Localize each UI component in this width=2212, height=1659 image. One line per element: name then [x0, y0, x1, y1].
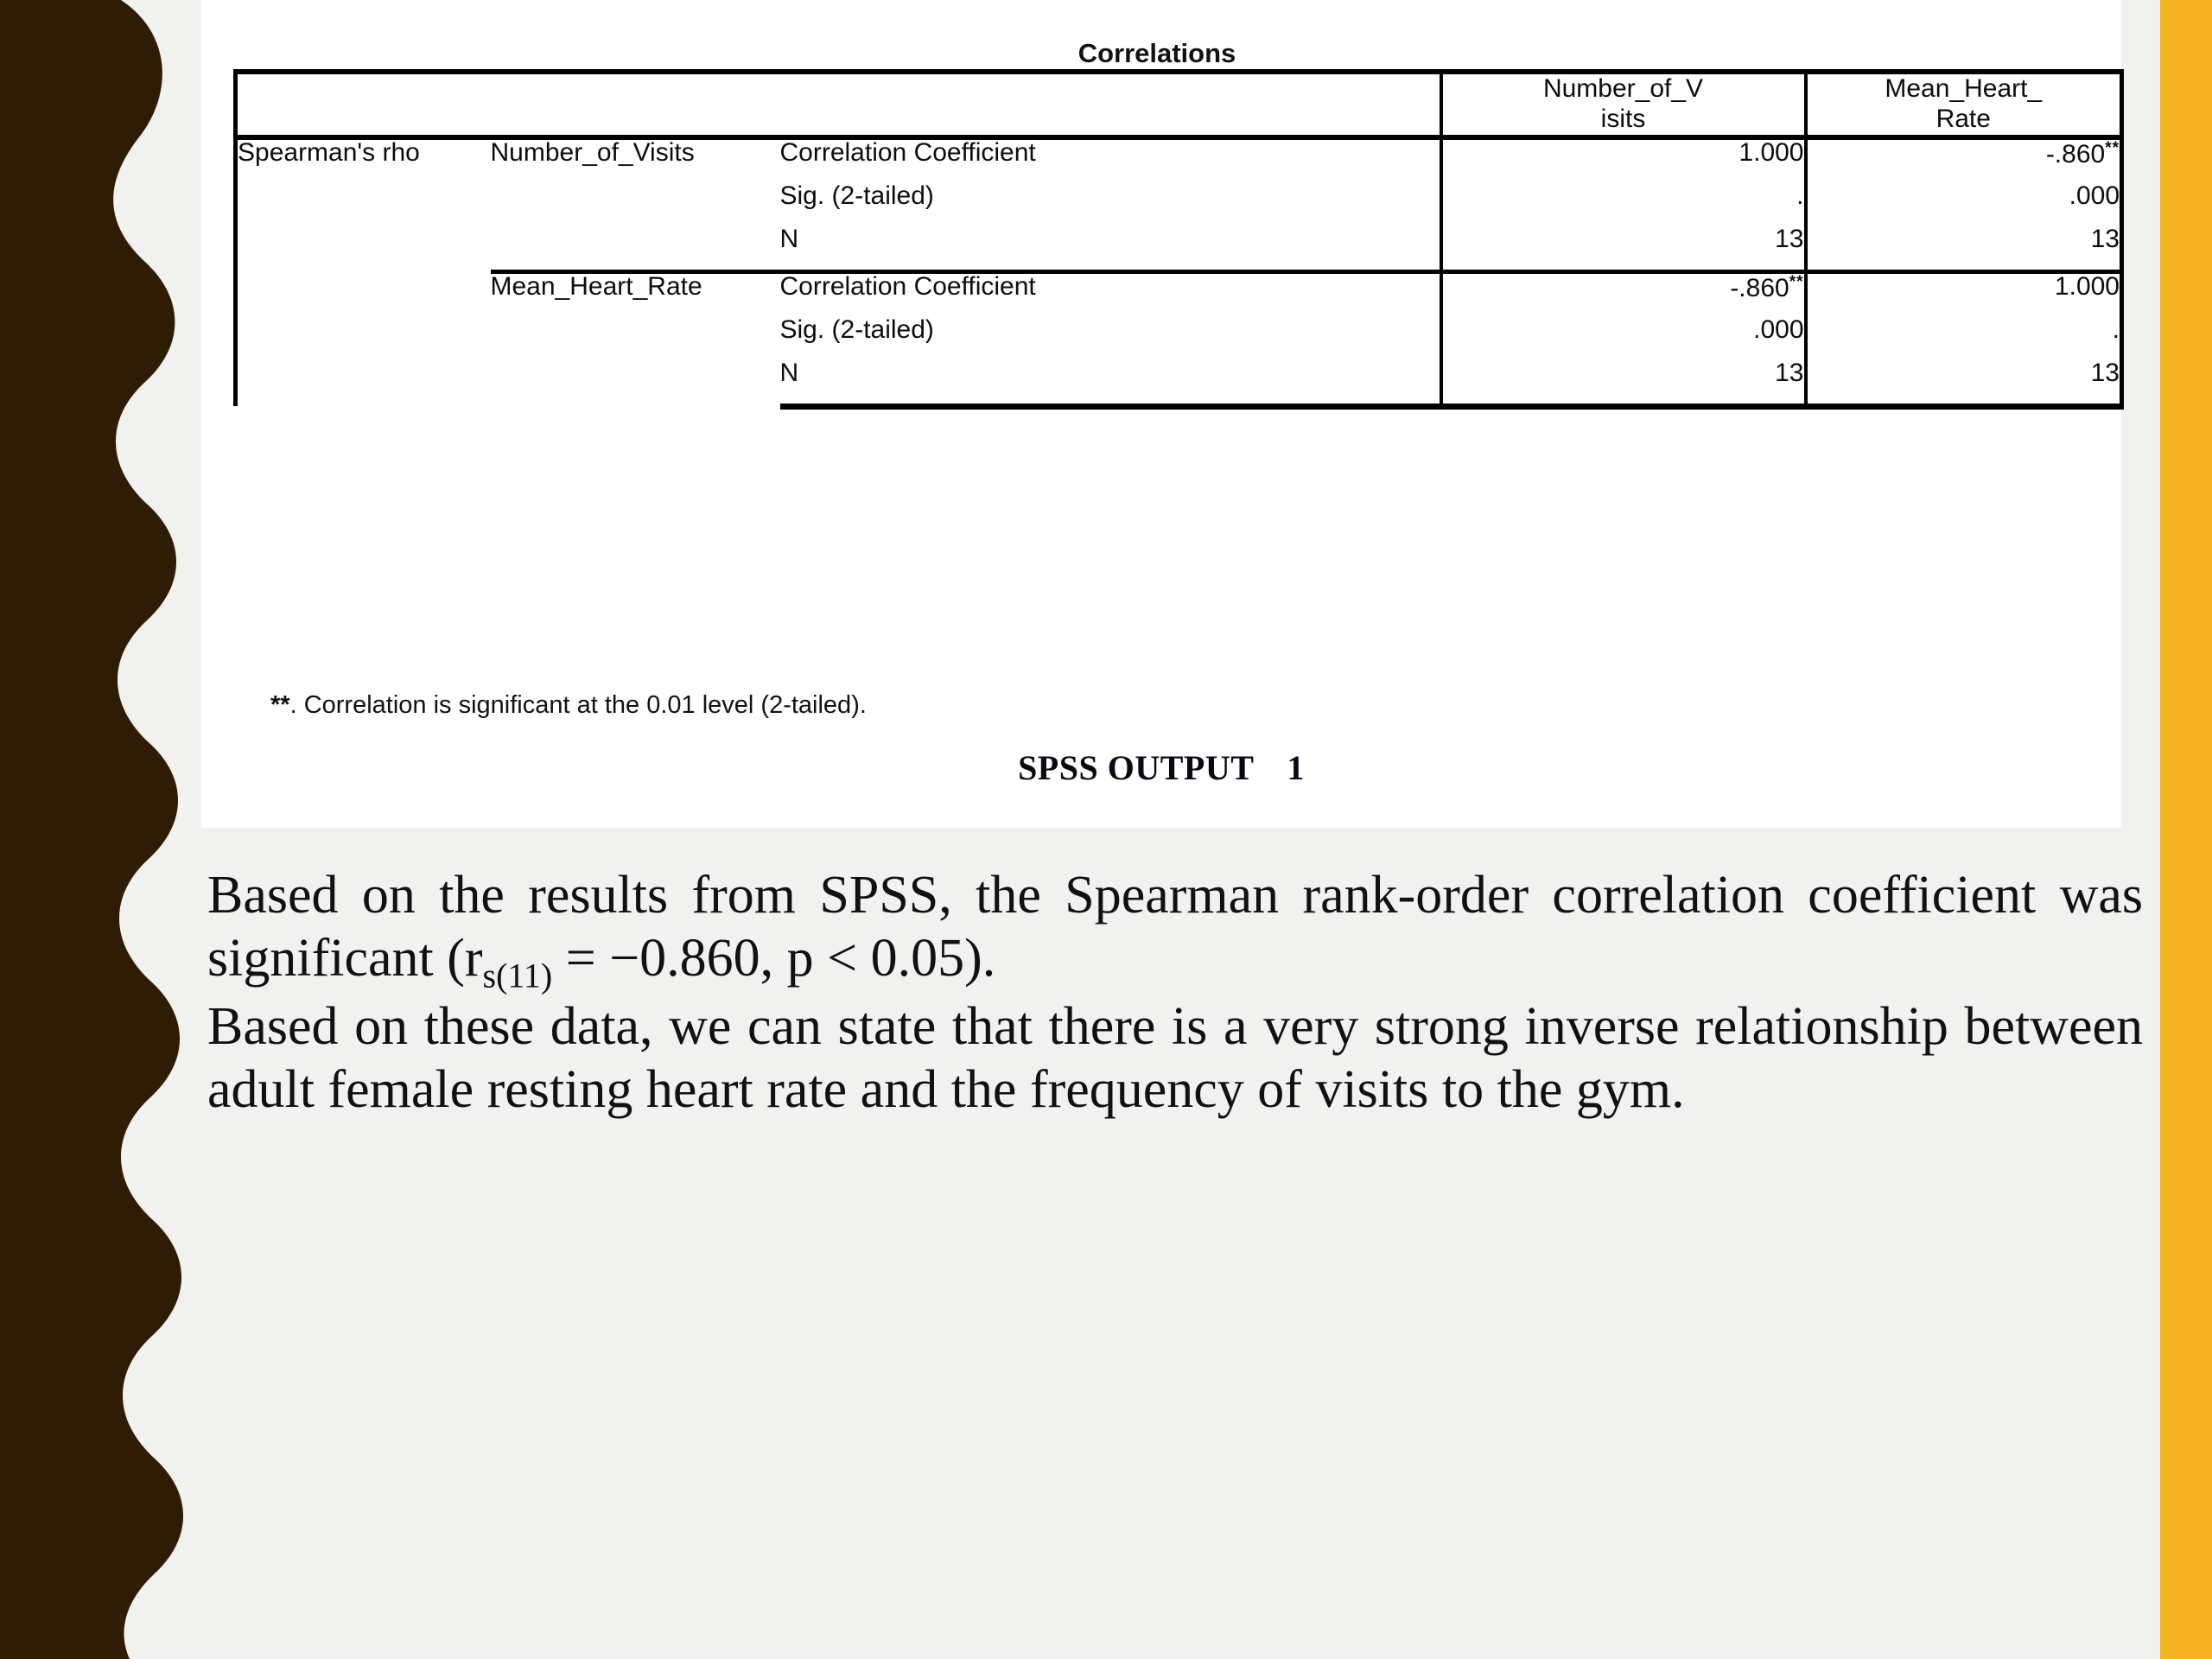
spss-output-panel: Correlations Number_of_V isits Mean_Hear…: [201, 0, 2124, 828]
paragraph1-subscript: s(11): [482, 956, 553, 995]
correlations-table-container: Number_of_V isits Mean_Heart_ Rate Spear…: [233, 69, 2124, 410]
paragraph-interpretation: Based on these data, we can state that t…: [207, 997, 2143, 1120]
header-blank-cell: [233, 69, 491, 140]
header-col-mean-heart-rate: Mean_Heart_ Rate: [1803, 69, 2124, 140]
slide-canvas: Correlations Number_of_V isits Mean_Hear…: [0, 0, 2212, 1659]
cell-r2c1-n: 13: [1439, 359, 1806, 410]
cell-r1c1-n: 13: [1439, 226, 1806, 272]
cell-r1c1-sig: .: [1439, 182, 1806, 226]
table-row: Spearman's rho Number_of_Visits Correlat…: [233, 137, 2124, 407]
header-col1-line2: isits: [1600, 104, 1646, 133]
table-row: Mean_Heart_Rate Correlation Coefficient …: [236, 269, 2124, 407]
caption-label: SPSS OUTPUT: [1018, 748, 1255, 787]
left-wavy-border-decoration: [0, 0, 184, 1659]
paragraph-spearman-result: Based on the results from SPSS, the Spea…: [207, 864, 2143, 993]
cell-r2c1-coefficient: -.860**: [1439, 269, 1806, 317]
cell-stat-n: N: [779, 224, 799, 253]
cell-r1c1-coefficient: 1.000: [1439, 137, 1806, 183]
cell-r2c2-sig: .: [1803, 316, 2124, 360]
cell-r1c2-sig: .000: [1803, 182, 2124, 226]
spss-table-title-text: Correlations: [1077, 38, 1236, 68]
cell-r1c2-n: 13: [1803, 226, 2124, 272]
header-blank-cell-3: [779, 69, 1441, 140]
cell-r2c2-n: 13: [1803, 359, 2124, 410]
header-col1-line1: Number_of_V: [1542, 74, 1704, 103]
correlations-table: Number_of_V isits Mean_Heart_ Rate Spear…: [233, 69, 2124, 410]
slide-body-text: Based on the results from SPSS, the Spea…: [207, 864, 2143, 1122]
significance-marker: **: [2105, 138, 2120, 157]
cell-stat-sig-2-tailed: Sig. (2-tailed): [779, 181, 934, 210]
cell-r1c2-coefficient: -.860**: [1803, 137, 2124, 183]
header-col2-line1: Mean_Heart_: [1885, 74, 2043, 103]
cell-stat-n-2: N: [779, 359, 1441, 410]
value-r1c2: -.860: [2045, 139, 2106, 168]
header-col-number-of-visits: Number_of_V isits: [1439, 69, 1806, 140]
value-r2c1: -.860: [1730, 273, 1789, 302]
table-footnote: **. Correlation is significant at the 0.…: [270, 691, 867, 720]
value-r1c1: 1.000: [1738, 137, 1804, 167]
cell-stat-correlation-coefficient-2: Correlation Coefficient: [779, 269, 1441, 317]
cell-variable-number-of-visits: Number_of_Visits: [490, 137, 695, 167]
right-accent-bar: [2160, 0, 2212, 1659]
cell-variable-mean-heart-rate: Mean_Heart_Rate: [490, 269, 780, 407]
table-header-row: Number_of_V isits Mean_Heart_ Rate: [233, 69, 2124, 140]
cell-method-spearmans-rho: Spearman's rho: [233, 137, 491, 407]
paragraph1-part2: = −0.860, p < 0.05).: [552, 929, 996, 988]
footnote-stars: **: [270, 691, 290, 719]
spss-output-caption: SPSS OUTPUT 1: [201, 747, 2121, 788]
header-blank-cell-2: [490, 69, 780, 140]
cell-stat-correlation-coefficient: Correlation Coefficient: [779, 137, 1036, 167]
significance-marker-2: **: [1789, 272, 1804, 291]
footnote-text: . Correlation is significant at the 0.01…: [289, 691, 867, 719]
cell-r2c2-coefficient: 1.000: [1803, 269, 2124, 317]
wave-shape: [0, 0, 184, 1659]
header-col2-line2: Rate: [1936, 104, 1991, 133]
caption-number: 1: [1287, 748, 1305, 787]
cell-stat-sig-2-tailed-2: Sig. (2-tailed): [779, 315, 934, 344]
spss-table-title: Correlations: [201, 38, 2121, 69]
cell-r2c1-sig: .000: [1439, 316, 1806, 360]
